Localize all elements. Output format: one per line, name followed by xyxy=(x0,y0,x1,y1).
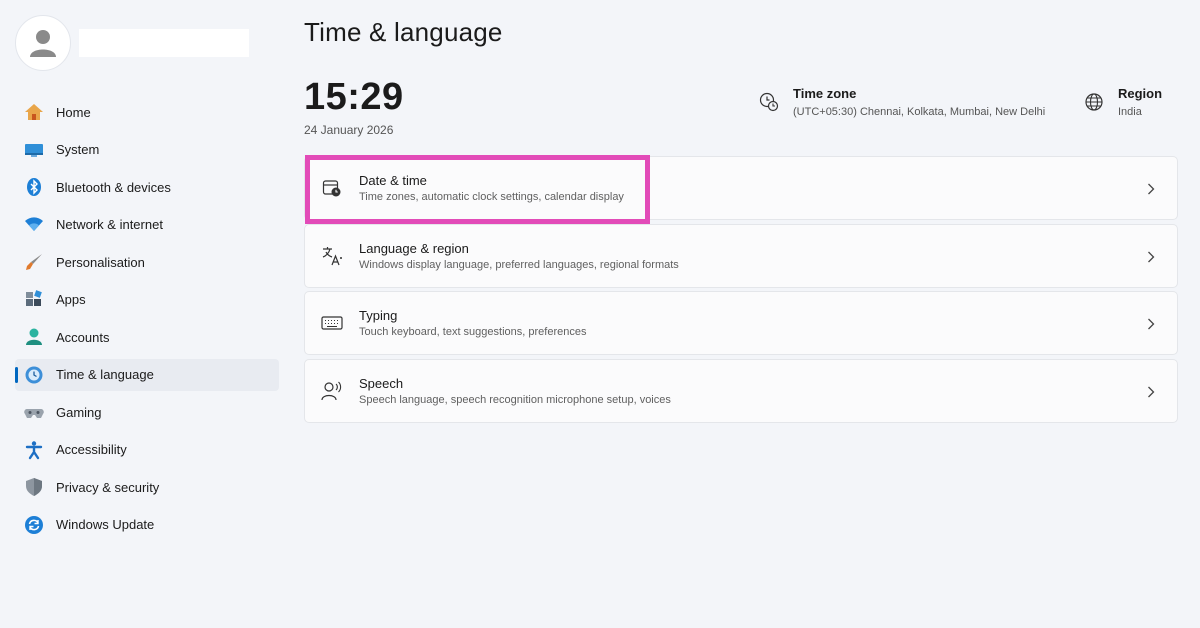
brush-icon xyxy=(24,252,44,272)
sidebar-item-label: Apps xyxy=(56,292,86,307)
chevron-right-icon xyxy=(1147,382,1159,402)
sidebar-item-accounts[interactable]: Accounts xyxy=(15,321,279,353)
sidebar-item-label: Privacy & security xyxy=(56,479,160,495)
calendar-clock-icon xyxy=(321,177,343,199)
accounts-icon xyxy=(24,327,44,347)
timezone-info[interactable]: Time zone (UTC+05:30) Chennai, Kolkata, … xyxy=(759,86,1045,118)
update-icon xyxy=(24,515,44,535)
settings-window: Home System Bluetooth & devices Network … xyxy=(0,0,1200,628)
chevron-right-icon xyxy=(1147,179,1159,199)
card-speech[interactable]: Speech Speech language, speech recogniti… xyxy=(304,358,1178,423)
card-title: Date & time xyxy=(359,173,427,188)
home-icon xyxy=(24,102,44,122)
language-icon xyxy=(321,245,343,267)
sidebar-nav: Home System Bluetooth & devices Network … xyxy=(15,96,279,546)
current-time: 15:29 xyxy=(304,76,404,118)
sidebar-item-label: Bluetooth & devices xyxy=(56,179,171,195)
globe-clock-icon xyxy=(759,92,779,112)
apps-icon xyxy=(24,289,44,310)
sidebar-item-bluetooth[interactable]: Bluetooth & devices xyxy=(15,171,279,203)
sidebar-item-label: Accessibility xyxy=(56,442,127,457)
avatar[interactable] xyxy=(15,15,71,71)
timezone-value: (UTC+05:30) Chennai, Kolkata, Mumbai, Ne… xyxy=(793,106,1046,118)
sidebar-item-label: Accounts xyxy=(56,329,110,345)
time-language-icon xyxy=(24,365,44,385)
user-name-redacted xyxy=(79,29,249,57)
sidebar-item-home[interactable]: Home xyxy=(15,96,279,128)
timezone-title: Time zone xyxy=(793,86,857,101)
card-title: Language & region xyxy=(359,240,469,256)
user-avatar-icon xyxy=(30,30,56,57)
sidebar-item-personalisation[interactable]: Personalisation xyxy=(15,246,279,278)
sidebar-item-network[interactable]: Network & internet xyxy=(15,209,279,241)
card-language-region[interactable]: Language & region Windows display langua… xyxy=(304,223,1178,288)
region-info[interactable]: Region India xyxy=(1084,86,1162,118)
bluetooth-icon xyxy=(24,177,44,197)
sidebar-item-privacy[interactable]: Privacy & security xyxy=(15,471,279,503)
sidebar: Home System Bluetooth & devices Network … xyxy=(0,0,290,628)
sidebar-item-system[interactable]: System xyxy=(15,134,279,166)
shield-icon xyxy=(24,477,44,497)
current-date: 24 January 2026 xyxy=(304,123,394,137)
keyboard-icon xyxy=(321,312,343,334)
region-value: India xyxy=(1118,106,1142,118)
system-icon xyxy=(24,140,44,160)
accessibility-icon xyxy=(24,440,44,460)
sidebar-item-label: Gaming xyxy=(56,404,102,420)
card-description: Time zones, automatic clock settings, ca… xyxy=(359,191,624,203)
region-title: Region xyxy=(1118,86,1163,101)
sidebar-item-label: Windows Update xyxy=(56,517,155,532)
sidebar-item-accessibility[interactable]: Accessibility xyxy=(15,434,279,466)
card-description: Windows display language, preferred lang… xyxy=(359,258,679,271)
chevron-right-icon xyxy=(1147,247,1159,267)
sidebar-item-gaming[interactable]: Gaming xyxy=(15,396,279,428)
settings-cards: Date & time Time zones, automatic clock … xyxy=(304,155,1178,426)
card-date-time[interactable]: Date & time Time zones, automatic clock … xyxy=(304,155,1178,224)
sidebar-item-time-language[interactable]: Time & language xyxy=(15,358,279,391)
sidebar-item-apps[interactable]: Apps xyxy=(15,284,279,316)
sidebar-item-label: Home xyxy=(56,104,91,120)
sidebar-item-label: Network & internet xyxy=(56,217,163,232)
sidebar-item-windows-update[interactable]: Windows Update xyxy=(15,509,279,541)
page-title: Time & language xyxy=(304,17,503,47)
speech-icon xyxy=(321,380,343,402)
main-content: Time & language 15:29 24 January 2026 Ti… xyxy=(304,0,1178,628)
chevron-right-icon xyxy=(1147,314,1159,334)
user-profile[interactable] xyxy=(15,15,249,71)
wifi-icon xyxy=(24,215,44,235)
card-title: Speech xyxy=(359,375,404,391)
card-description: Touch keyboard, text suggestions, prefer… xyxy=(359,326,587,338)
gaming-icon xyxy=(24,402,44,422)
card-description: Speech language, speech recognition micr… xyxy=(359,393,671,406)
sidebar-item-label: System xyxy=(56,142,100,157)
sidebar-item-label: Time & language xyxy=(56,367,154,382)
globe-icon xyxy=(1084,92,1104,112)
card-title: Typing xyxy=(359,308,398,323)
card-typing[interactable]: Typing Touch keyboard, text suggestions,… xyxy=(304,291,1178,355)
sidebar-item-label: Personalisation xyxy=(56,254,145,270)
